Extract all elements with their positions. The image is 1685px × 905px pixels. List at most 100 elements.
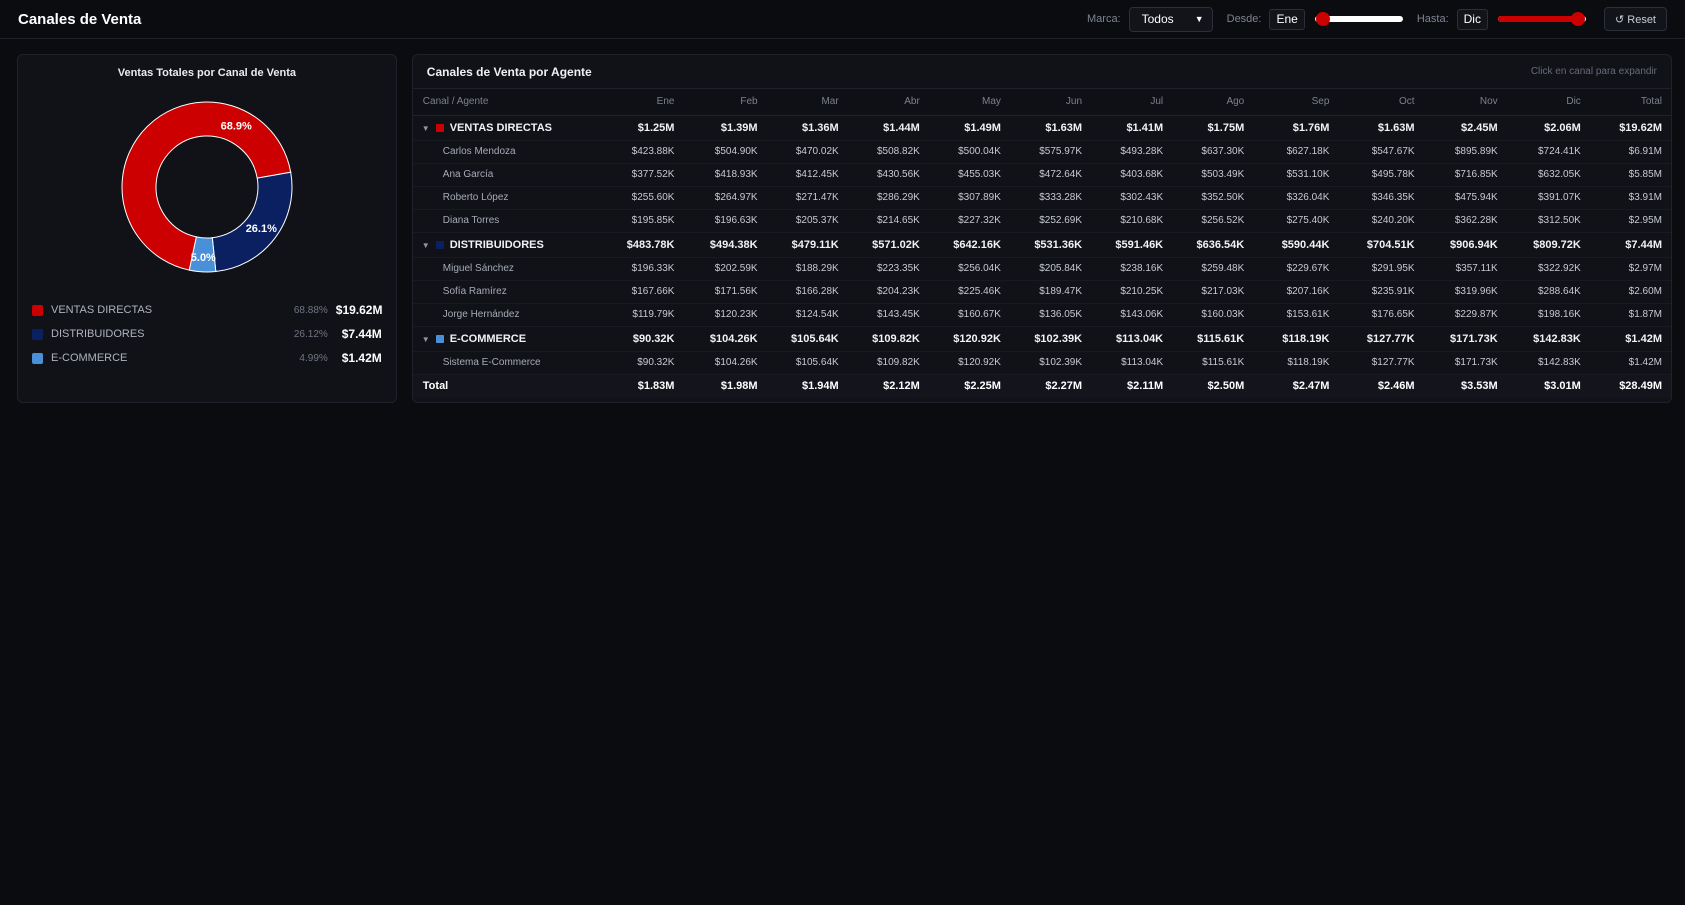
from-month-slider[interactable] [1314, 9, 1403, 29]
row-total-cell: $1.42M [1589, 326, 1671, 352]
brand-select[interactable]: Todos ▼ [1128, 6, 1213, 32]
column-header-nov: Nov [1423, 89, 1507, 116]
channel-row-ventas-directas[interactable]: ▼ VENTAS DIRECTAS $1.25M $1.39M $1.36M $1.44M… [412, 115, 1671, 141]
column-header-sep: Sep [1253, 89, 1339, 116]
table-cell: $1.44M [847, 115, 929, 141]
channel-color-icon [435, 123, 444, 132]
total-cell: $1.83M [600, 374, 684, 398]
to-slider-thumb[interactable] [1570, 12, 1585, 26]
expand-triangle-icon[interactable]: ▼ [422, 241, 430, 250]
table-cell: $202.59K [683, 257, 767, 281]
table-cell: $90.32K [600, 351, 684, 375]
table-cell: $225.46K [928, 280, 1010, 304]
donut-chart: 68.9% 26.1% 5.0% [112, 92, 302, 282]
table-cell: $724.41K [1506, 140, 1590, 164]
top-bar: Canales de Venta Marca: Todos ▼ Desde: E… [0, 0, 1685, 39]
table-cell: $142.83K [1506, 351, 1590, 375]
table-cell: $1.76M [1253, 115, 1339, 141]
channel-color-icon [435, 334, 444, 343]
agent-sales-table: Canal / Agente Ene Feb Mar Abr May Jun Jul Ago Se… [412, 89, 1671, 398]
channel-row-distribuidores[interactable]: ▼ DISTRIBUIDORES $483.78K $494.38K $479.11K $… [412, 232, 1671, 258]
column-header-mar: Mar [766, 89, 848, 116]
table-cell: $229.67K [1253, 257, 1339, 281]
total-cell: $2.27M [1009, 374, 1092, 398]
table-cell: $2.06M [1506, 115, 1590, 141]
table-cell: $636.54K [1172, 232, 1254, 258]
from-filter-label: Desde: [1226, 13, 1262, 25]
table-cell: $326.04K [1253, 186, 1339, 210]
to-month-value: Dic [1456, 8, 1488, 30]
table-cell: $503.49K [1172, 163, 1254, 187]
total-cell: $2.11M [1091, 374, 1173, 398]
table-cell: $322.92K [1506, 257, 1590, 281]
column-header-total: Total [1589, 89, 1671, 116]
totals-row: Total $1.83M $1.98M $1.94M $2.12M $2.25M $2.27… [412, 374, 1671, 398]
legend-label: DISTRIBUIDORES [51, 328, 145, 340]
table-cell: $264.97K [683, 186, 767, 210]
table-cell: $205.84K [1009, 257, 1092, 281]
legend-item-distribuidores[interactable]: DISTRIBUIDORES 26.12% $7.44M [32, 322, 382, 346]
table-cell: $906.94K [1423, 232, 1507, 258]
table-cell: $307.89K [928, 186, 1010, 210]
table-cell: $377.52K [600, 163, 684, 187]
brand-filter-label: Marca: [1087, 13, 1121, 25]
table-cell: $547.67K [1338, 140, 1424, 164]
agent-name-cell: Carlos Mendoza [412, 140, 601, 164]
expand-triangle-icon[interactable]: ▼ [422, 335, 430, 344]
table-cell: $704.51K [1338, 232, 1424, 258]
table-cell: $508.82K [847, 140, 929, 164]
agent-table-card: Canales de Venta por Agente Click en can… [411, 54, 1672, 403]
table-cell: $271.47K [766, 186, 848, 210]
agent-name-cell: Roberto López [412, 186, 601, 210]
table-cell: $1.49M [928, 115, 1010, 141]
table-cell: $136.05K [1009, 303, 1092, 327]
table-cell: $319.96K [1423, 280, 1507, 304]
legend-item-ventas-directas[interactable]: VENTAS DIRECTAS 68.88% $19.62M [32, 298, 382, 322]
table-cell: $333.28K [1009, 186, 1092, 210]
main-content: Ventas Totales por Canal de Venta 68.9% 2… [0, 39, 1685, 403]
table-cell: $176.65K [1338, 303, 1424, 327]
table-cell: $357.11K [1423, 257, 1507, 281]
column-header-feb: Feb [683, 89, 767, 116]
table-cell: $1.63M [1009, 115, 1092, 141]
table-cell: $252.69K [1009, 209, 1092, 233]
table-cell: $362.28K [1423, 209, 1507, 233]
table-cell: $143.45K [847, 303, 929, 327]
table-cell: $418.93K [683, 163, 767, 187]
reset-button[interactable]: ↺ Reset [1603, 7, 1667, 31]
agent-name-cell: Sofía Ramírez [412, 280, 601, 304]
channel-color-icon [435, 240, 444, 249]
agent-name-cell: Jorge Hernández [412, 303, 601, 327]
agent-table-title: Canales de Venta por Agente [426, 64, 592, 79]
from-slider-thumb[interactable] [1315, 12, 1330, 26]
table-cell: $256.04K [928, 257, 1010, 281]
table-cell: $198.16K [1506, 303, 1590, 327]
table-cell: $495.78K [1338, 163, 1424, 187]
legend-percent: 68.88% [293, 304, 328, 316]
expand-triangle-icon[interactable]: ▼ [422, 124, 430, 133]
channel-name-cell: ▼ VENTAS DIRECTAS [412, 115, 601, 141]
table-cell: $288.64K [1506, 280, 1590, 304]
table-cell: $895.89K [1423, 140, 1507, 164]
total-cell: $1.94M [766, 374, 848, 398]
legend-percent: 4.99% [299, 352, 328, 364]
table-cell: $479.11K [766, 232, 848, 258]
slice-label-ecommerce: 5.0% [191, 252, 216, 264]
chevron-down-icon: ▼ [1194, 14, 1204, 24]
table-cell: $642.16K [928, 232, 1010, 258]
channel-name-cell: ▼ E-COMMERCE [412, 326, 601, 352]
table-cell: $188.29K [766, 257, 848, 281]
to-filter-label: Hasta: [1416, 13, 1449, 25]
table-cell: $153.61K [1253, 303, 1339, 327]
column-header-dic: Dic [1506, 89, 1590, 116]
slice-distribuidores[interactable] [211, 171, 293, 273]
channel-row-e-commerce[interactable]: ▼ E-COMMERCE $90.32K $104.26K $105.64K $109.8… [412, 326, 1671, 352]
table-cell: $105.64K [766, 351, 848, 375]
table-cell: $205.37K [766, 209, 848, 233]
total-cell: $2.12M [847, 374, 929, 398]
table-cell: $275.40K [1253, 209, 1339, 233]
to-month-slider[interactable] [1497, 9, 1586, 29]
legend-item-ecommerce[interactable]: E-COMMERCE 4.99% $1.42M [32, 346, 382, 370]
table-cell: $160.03K [1172, 303, 1254, 327]
table-cell: $124.54K [766, 303, 848, 327]
